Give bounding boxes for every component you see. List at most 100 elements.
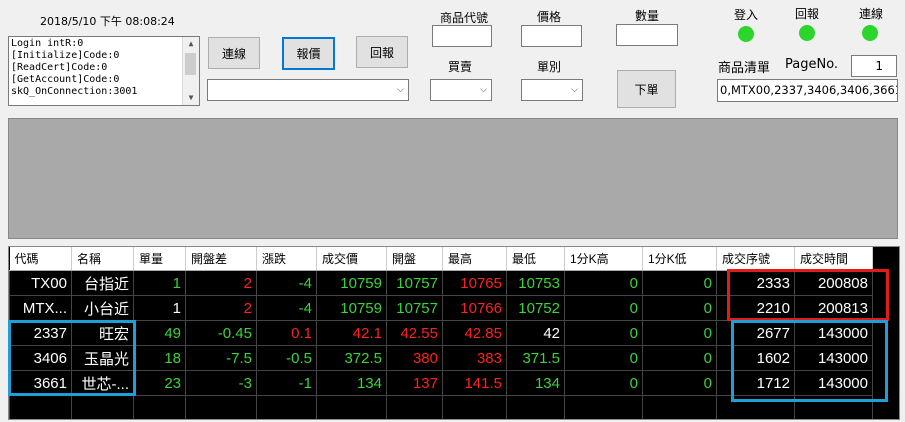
table-cell: -0.45 [185,320,257,346]
datetime-label: 2018/5/10 下午 08:08:24 [40,15,175,28]
table-cell: 0 [564,270,643,296]
table-cell: 200813 [794,295,873,321]
buysell-select[interactable]: ⌵ [430,79,492,101]
scroll-up-icon[interactable]: ▲ [183,37,199,51]
column-header[interactable]: 最低 [506,247,565,271]
login-status-label: 登入 [734,8,759,22]
table-cell: 143000 [794,320,873,346]
table-cell [794,395,873,419]
table-cell: 0 [642,295,717,321]
buysell-label: 買賣 [448,60,473,74]
table-cell [506,395,565,419]
table-cell [185,395,257,419]
log-listbox[interactable]: Login intR:0 [Initialize]Code:0 [ReadCert]… [8,36,200,106]
table-cell: 42 [506,320,565,346]
table-cell: 10759 [316,270,387,296]
table-cell: -1 [256,370,317,396]
table-cell: 0 [564,295,643,321]
table-row[interactable]: 2337 旺宏 49 -0.45 0.1 42.1 42.55 42.85 42 0 0 2677 14… [9,320,873,346]
table-cell: 10753 [506,270,565,296]
column-header[interactable]: 1分K高 [564,247,643,271]
table-cell: 372.5 [316,345,387,371]
product-list-input[interactable]: 0,MTX00,2337,3406,3406,3661 [717,79,898,102]
connect-status-label: 連線 [859,7,884,21]
column-header[interactable]: 最高 [442,247,507,271]
price-input[interactable] [521,25,582,47]
table-row[interactable]: 3406 玉晶光 18 -7.5 -0.5 372.5 380 383 371.5 0 0 1602 1… [9,345,873,371]
table-cell [256,395,317,419]
column-header[interactable]: 1分K低 [642,247,717,271]
order-type-select[interactable]: ⌵ [521,79,583,101]
price-label: 價格 [537,10,562,24]
table-cell: 0 [564,345,643,371]
page-no-input[interactable]: 1 [851,55,897,77]
table-cell: 2 [185,270,257,296]
product-select[interactable]: ⌵ [207,79,409,101]
table-cell: 1712 [716,370,795,396]
quantity-input[interactable] [616,24,678,46]
column-header[interactable]: 成交價 [316,247,387,271]
connect-button[interactable]: 連線 [208,37,260,69]
scroll-thumb[interactable] [185,53,196,75]
table-cell: 143000 [794,370,873,396]
table-cell: 10765 [442,270,507,296]
chevron-down-icon: ⌵ [397,85,404,95]
table-cell: 0 [642,320,717,346]
quote-grid[interactable]: 代碼 名稱 單量 開盤差 漲跌 成交價 開盤 最高 最低 1分K高 1分K低 成交序號 成交時間 TX0… [8,246,900,420]
scroll-down-icon[interactable]: ▼ [183,91,199,105]
table-cell: 0.1 [256,320,317,346]
reply-button[interactable]: 回報 [356,36,408,68]
table-cell: 2677 [716,320,795,346]
table-cell: 134 [506,370,565,396]
product-code-label: 商品代號 [440,11,489,25]
table-cell: 10766 [442,295,507,321]
product-code-input[interactable] [432,25,492,47]
code-cell: 2337 [9,320,72,346]
table-cell: 42.55 [386,320,443,346]
connect-status-led [862,25,878,41]
login-status-led [738,26,754,42]
column-header[interactable]: 名稱 [71,247,134,271]
log-line: [GetAccount]Code:0 [11,74,120,85]
table-cell [133,395,186,419]
column-header[interactable]: 成交時間 [794,247,873,271]
log-line: Login intR:0 [11,38,84,49]
table-cell: 1 [133,295,186,321]
table-cell: 18 [133,345,186,371]
table-row-empty [9,395,873,419]
table-cell: -7.5 [185,345,257,371]
table-row[interactable]: TX00 台指近 1 2 -4 10759 10757 10765 10753 0 0 2333 200… [9,270,873,296]
code-cell: TX00 [9,270,72,296]
product-list-label: 商品清單 [718,61,771,76]
table-cell [564,395,643,419]
table-cell: 143000 [794,345,873,371]
table-cell [9,395,72,419]
table-cell: 0 [642,270,717,296]
table-cell [716,395,795,419]
column-header[interactable]: 成交序號 [716,247,795,271]
table-cell [386,395,443,419]
place-order-button[interactable]: 下單 [617,70,676,108]
name-cell: 小台近 [71,295,134,321]
chevron-down-icon: ⌵ [571,85,578,95]
reply-status-led [799,25,815,41]
table-cell: 10759 [316,295,387,321]
column-header[interactable]: 開盤 [386,247,443,271]
code-cell: 3661 [9,370,72,396]
column-header[interactable]: 漲跌 [256,247,317,271]
table-row[interactable]: 3661 世芯-... 23 -3 -1 134 137 141.5 134 0 0 1712 1430… [9,370,873,396]
table-cell: 42.1 [316,320,387,346]
column-header[interactable]: 代碼 [9,247,72,271]
table-row[interactable]: MTX... 小台近 1 2 -4 10759 10757 10766 10752 0 0 2210 2… [9,295,873,321]
order-type-label: 單別 [537,60,562,74]
column-header[interactable]: 單量 [133,247,186,271]
table-cell [442,395,507,419]
table-header-row: 代碼 名稱 單量 開盤差 漲跌 成交價 開盤 最高 最低 1分K高 1分K低 成交序號 成交時間 [9,247,873,271]
table-cell: -4 [256,270,317,296]
table-cell: 0 [564,320,643,346]
log-scrollbar[interactable]: ▲ ▼ [182,37,199,105]
column-header[interactable]: 開盤差 [185,247,257,271]
table-cell: 2333 [716,270,795,296]
quote-button[interactable]: 報價 [282,37,335,70]
log-line: skQ_OnConnection:3001 [11,86,138,97]
